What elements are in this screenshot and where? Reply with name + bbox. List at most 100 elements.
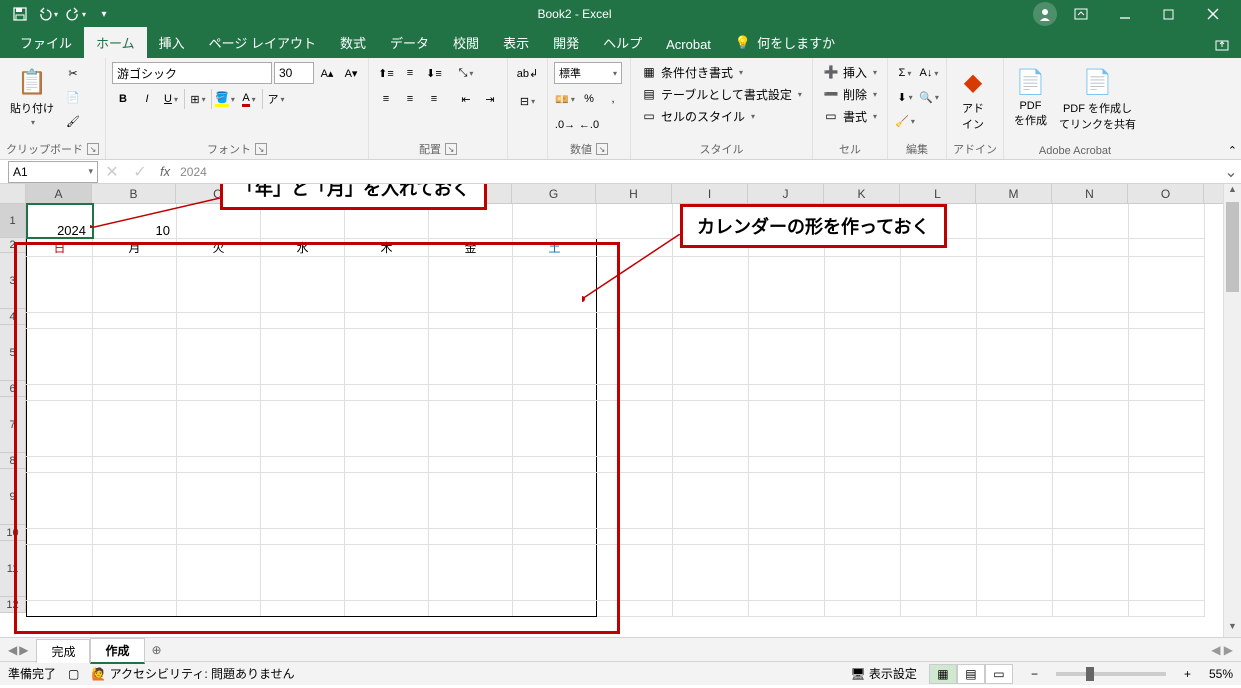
cell[interactable] (901, 256, 977, 312)
cell[interactable] (1053, 472, 1129, 528)
cell[interactable] (825, 256, 901, 312)
cell[interactable] (93, 528, 177, 544)
close-button[interactable] (1193, 0, 1233, 28)
align-right-button[interactable]: ≡ (423, 88, 445, 110)
cell[interactable] (597, 472, 673, 528)
cell[interactable] (977, 400, 1053, 456)
tell-me[interactable]: 💡 何をしますか (723, 27, 847, 58)
cell[interactable] (513, 312, 597, 328)
zoom-slider[interactable] (1056, 672, 1166, 676)
row-header[interactable]: 11 (0, 541, 26, 597)
merge-center-button[interactable]: ⊟▾ (517, 90, 539, 112)
cell[interactable] (749, 384, 825, 400)
column-header[interactable]: G (512, 184, 596, 203)
cell[interactable] (673, 600, 749, 616)
cell[interactable] (1053, 312, 1129, 328)
cell[interactable] (1129, 600, 1205, 616)
row-header[interactable]: 10 (0, 525, 26, 541)
cell[interactable] (429, 544, 513, 600)
cell[interactable] (93, 384, 177, 400)
wrap-text-button[interactable]: ab↲ (517, 62, 539, 84)
tab-insert[interactable]: 挿入 (147, 27, 197, 58)
cell[interactable] (261, 256, 345, 312)
share-button[interactable] (1203, 32, 1241, 58)
fill-button[interactable]: ⬇▾ (894, 86, 916, 108)
cell[interactable] (261, 544, 345, 600)
share-pdf-button[interactable]: 📄 PDF を作成し てリンクを共有 (1055, 62, 1140, 136)
percent-button[interactable]: % (578, 88, 600, 110)
page-break-view-button[interactable]: ▭ (985, 664, 1013, 684)
cell[interactable]: 木 (345, 238, 429, 256)
cell[interactable] (261, 400, 345, 456)
cell[interactable] (27, 256, 93, 312)
cell[interactable] (177, 312, 261, 328)
vertical-scrollbar[interactable]: ▲ ▼ (1223, 184, 1241, 637)
column-header[interactable]: L (900, 184, 976, 203)
cell[interactable] (429, 600, 513, 616)
align-left-button[interactable]: ≡ (375, 88, 397, 110)
clipboard-launcher[interactable]: ↘ (87, 143, 99, 155)
cell[interactable] (1053, 204, 1129, 238)
cell[interactable] (749, 600, 825, 616)
cell[interactable] (345, 544, 429, 600)
cell[interactable] (93, 600, 177, 616)
cell[interactable] (977, 472, 1053, 528)
cell[interactable] (1129, 456, 1205, 472)
decrease-indent-button[interactable]: ⇤ (455, 88, 477, 110)
cell[interactable] (261, 528, 345, 544)
cell[interactable] (901, 472, 977, 528)
macro-record-icon[interactable]: ▢ (68, 667, 79, 681)
cell[interactable] (429, 472, 513, 528)
cell[interactable] (93, 328, 177, 384)
comma-button[interactable]: , (602, 88, 624, 110)
cell[interactable] (1129, 204, 1205, 238)
cell[interactable] (27, 384, 93, 400)
cell[interactable] (513, 384, 597, 400)
cell[interactable] (1129, 544, 1205, 600)
column-header[interactable]: M (976, 184, 1052, 203)
bold-button[interactable]: B (112, 88, 134, 110)
cell[interactable] (673, 312, 749, 328)
cell[interactable] (93, 472, 177, 528)
cell[interactable] (597, 544, 673, 600)
format-painter-button[interactable]: 🖌 (62, 110, 84, 132)
cell[interactable] (429, 528, 513, 544)
cell[interactable] (1053, 544, 1129, 600)
cell[interactable] (749, 256, 825, 312)
font-size-select[interactable] (274, 62, 314, 84)
tab-help[interactable]: ヘルプ (591, 27, 654, 58)
addin-button[interactable]: ◆ アド イン (953, 62, 993, 136)
cell[interactable] (749, 528, 825, 544)
underline-button[interactable]: U▾ (160, 88, 182, 110)
number-launcher[interactable]: ↘ (596, 143, 608, 155)
cell[interactable] (261, 600, 345, 616)
undo-button[interactable]: ▾ (36, 2, 60, 26)
orientation-button[interactable]: ⤡▾ (455, 62, 477, 84)
cell[interactable] (749, 328, 825, 384)
cell[interactable] (673, 400, 749, 456)
column-header[interactable]: O (1128, 184, 1204, 203)
cell[interactable] (27, 328, 93, 384)
cell[interactable] (673, 472, 749, 528)
cell[interactable] (513, 400, 597, 456)
cell[interactable] (177, 600, 261, 616)
sheet-nav[interactable]: ◀▶ (0, 643, 36, 657)
cell[interactable] (1129, 400, 1205, 456)
delete-cells-button[interactable]: ➖削除▾ (819, 84, 881, 104)
accounting-format-button[interactable]: 💴▾ (554, 88, 576, 110)
cell[interactable] (27, 472, 93, 528)
cell[interactable] (177, 456, 261, 472)
collapse-ribbon-button[interactable]: ⌃ (1228, 144, 1237, 157)
cell[interactable] (27, 544, 93, 600)
cell[interactable] (597, 528, 673, 544)
cell[interactable] (1129, 328, 1205, 384)
zoom-level[interactable]: 55% (1209, 667, 1233, 681)
cell[interactable] (513, 328, 597, 384)
cell[interactable] (901, 328, 977, 384)
cell[interactable] (261, 328, 345, 384)
cell[interactable] (977, 204, 1053, 238)
increase-decimal-button[interactable]: .0→ (554, 114, 576, 136)
cell[interactable] (825, 312, 901, 328)
cell[interactable]: 2024 (27, 204, 93, 238)
align-middle-button[interactable]: ≡ (399, 62, 421, 84)
